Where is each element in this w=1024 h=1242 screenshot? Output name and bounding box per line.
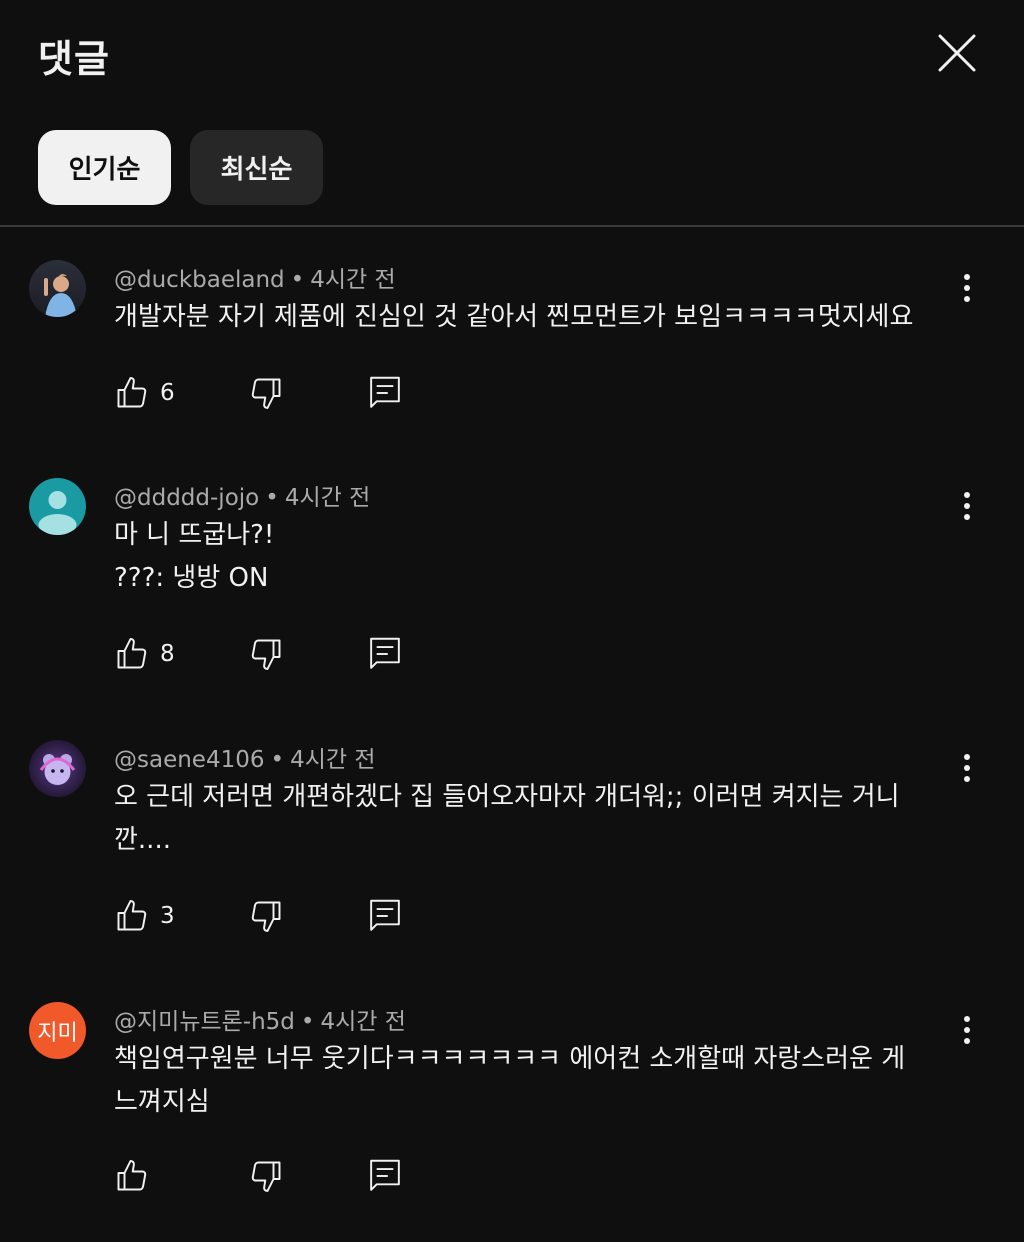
avatar[interactable]: 지미 bbox=[29, 1002, 86, 1059]
dislike-button[interactable] bbox=[248, 373, 284, 413]
like-count: 6 bbox=[160, 380, 175, 406]
comment-text: 책임연구원분 너무 웃기다ㅋㅋㅋㅋㅋㅋㅋ 에어컨 소개할때 자랑스러운 게 느껴… bbox=[114, 1044, 906, 1117]
comment-text: 오 근데 저러면 개편하겠다 집 들어오자마자 개더워;; 이러면 켜지는 거니… bbox=[114, 782, 900, 855]
more-vert-icon bbox=[964, 274, 970, 280]
like-button[interactable]: 6 bbox=[114, 373, 175, 413]
like-count: 8 bbox=[160, 641, 175, 667]
comment-author[interactable]: @지미뉴트론-h5d bbox=[114, 1009, 295, 1035]
divider bbox=[0, 225, 1024, 227]
thumb-up-icon bbox=[117, 377, 147, 408]
comment-time: 4시간 전 bbox=[290, 747, 376, 773]
comment-time: 4시간 전 bbox=[284, 485, 371, 511]
comment-text: 마 니 뜨굽나?! ???: 냉방 ON bbox=[114, 520, 275, 593]
avatar[interactable] bbox=[29, 478, 86, 535]
comment-meta: @지미뉴트론-h5d • 4시간 전 bbox=[114, 1009, 406, 1035]
reply-button[interactable] bbox=[368, 634, 402, 674]
reply-icon bbox=[370, 1159, 400, 1191]
comment-author[interactable]: @ddddd-jojo bbox=[114, 485, 259, 511]
comments-header: 댓글 인기순 최신순 bbox=[0, 0, 1024, 227]
comment-actions: 6 bbox=[114, 373, 414, 413]
comment-actions: 3 bbox=[114, 896, 414, 936]
tab-top-comments[interactable]: 인기순 bbox=[38, 130, 171, 205]
thumb-up-icon bbox=[117, 638, 147, 669]
close-button[interactable] bbox=[934, 30, 980, 76]
reply-icon bbox=[370, 376, 400, 408]
comment-author[interactable]: @duckbaeland bbox=[114, 267, 285, 293]
more-options-button[interactable] bbox=[952, 486, 982, 526]
more-vert-icon bbox=[964, 1016, 970, 1022]
page-title: 댓글 bbox=[38, 37, 110, 81]
comment-time: 4시간 전 bbox=[310, 267, 396, 293]
comment-author[interactable]: @saene4106 bbox=[114, 747, 265, 773]
close-icon bbox=[938, 34, 976, 72]
more-vert-icon bbox=[964, 492, 970, 498]
like-button[interactable] bbox=[114, 1156, 160, 1196]
thumb-up-icon bbox=[117, 900, 147, 931]
thumb-down-icon bbox=[251, 901, 281, 932]
thumb-up-icon bbox=[117, 1160, 147, 1191]
more-vert-icon bbox=[964, 754, 970, 760]
avatar[interactable] bbox=[29, 740, 86, 797]
reply-button[interactable] bbox=[368, 1156, 402, 1196]
dislike-button[interactable] bbox=[248, 1156, 284, 1196]
avatar-initials: 지미 bbox=[37, 1020, 78, 1046]
reply-button[interactable] bbox=[368, 373, 402, 413]
more-options-button[interactable] bbox=[952, 268, 982, 308]
comment-actions bbox=[114, 1156, 414, 1196]
tab-newest[interactable]: 최신순 bbox=[190, 130, 323, 205]
avatar[interactable] bbox=[29, 260, 86, 317]
like-button[interactable]: 8 bbox=[114, 634, 175, 674]
like-button[interactable]: 3 bbox=[114, 896, 175, 936]
dislike-button[interactable] bbox=[248, 896, 284, 936]
like-count: 3 bbox=[160, 903, 175, 929]
reply-icon bbox=[370, 637, 400, 669]
reply-icon bbox=[370, 899, 400, 931]
comment-actions: 8 bbox=[114, 634, 414, 674]
more-options-button[interactable] bbox=[952, 1010, 982, 1050]
reply-button[interactable] bbox=[368, 896, 402, 936]
more-options-button[interactable] bbox=[952, 748, 982, 788]
comment-time: 4시간 전 bbox=[320, 1009, 406, 1035]
dislike-button[interactable] bbox=[248, 634, 284, 674]
thumb-down-icon bbox=[251, 1161, 281, 1192]
thumb-down-icon bbox=[251, 378, 281, 409]
comment-meta: @ddddd-jojo • 4시간 전 bbox=[114, 485, 371, 511]
comment-text: 개발자분 자기 제품에 진심인 것 같아서 찐모먼트가 보임ㅋㅋㅋㅋ멋지세요 bbox=[114, 302, 914, 332]
thumb-down-icon bbox=[251, 639, 281, 670]
comment-meta: @saene4106 • 4시간 전 bbox=[114, 747, 376, 773]
comment-meta: @duckbaeland • 4시간 전 bbox=[114, 267, 396, 293]
